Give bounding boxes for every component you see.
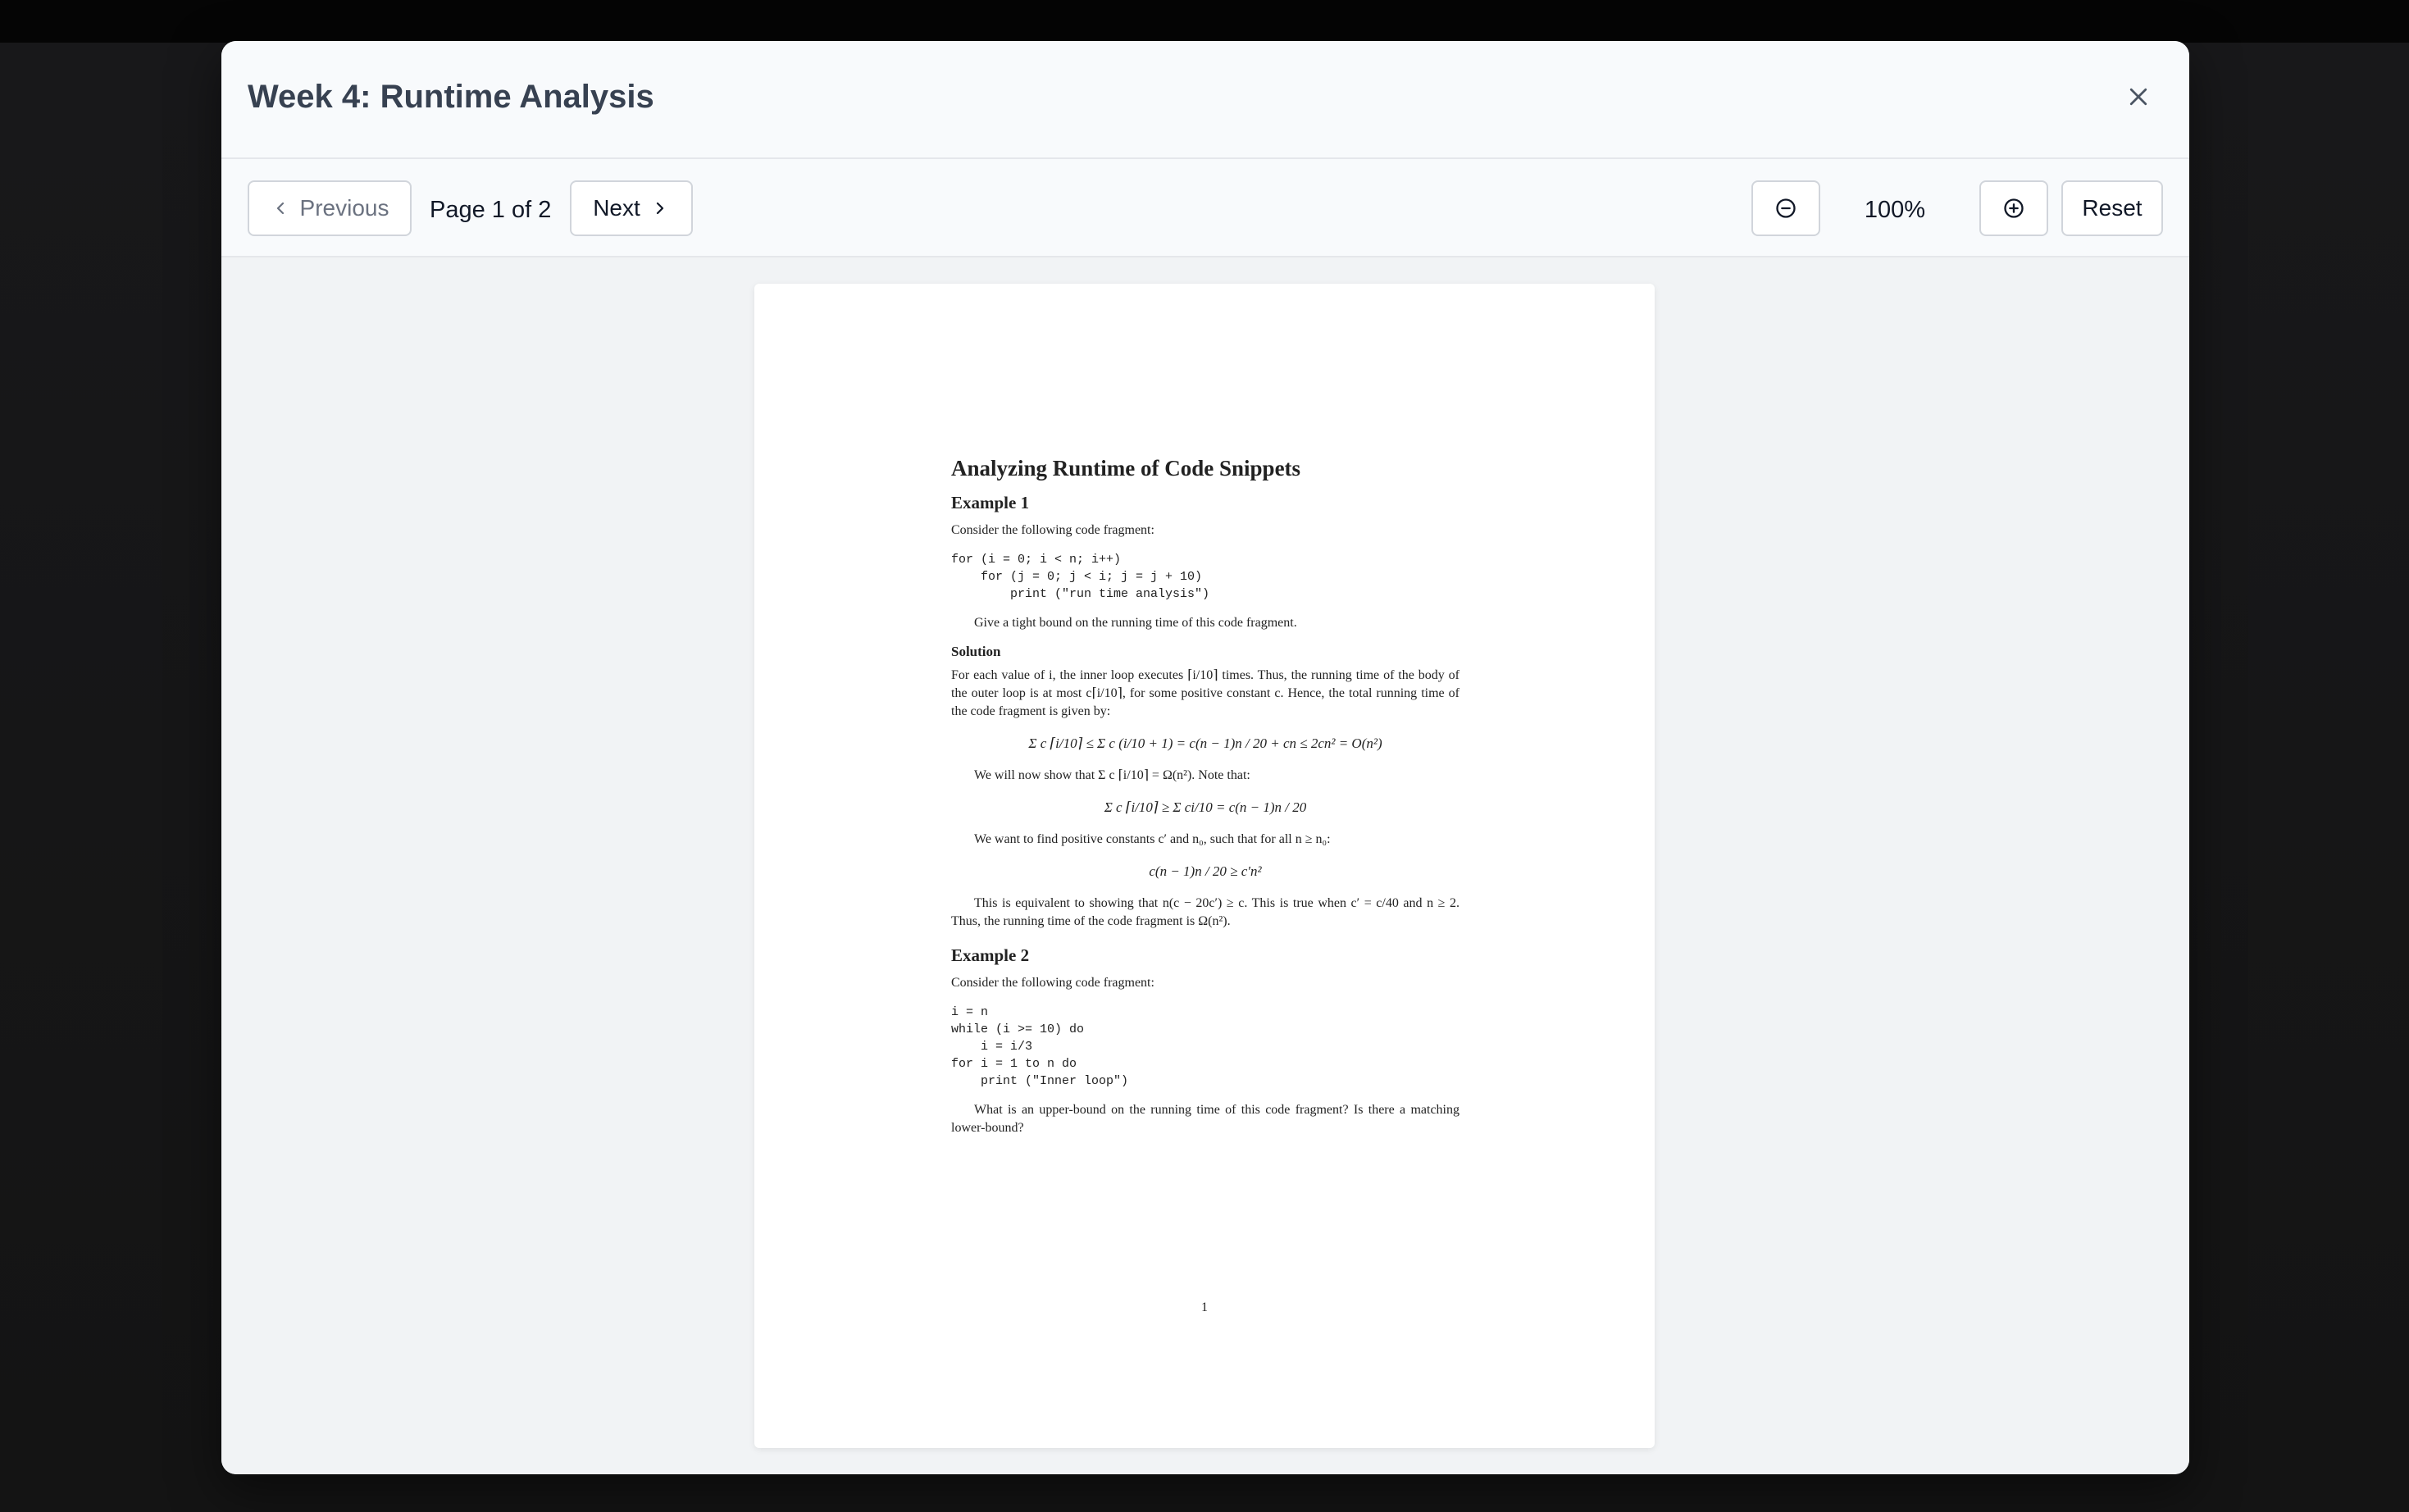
zoom-out-icon [1776,198,1796,218]
zoom-level: 100% [1864,197,1926,223]
example2-code: i = n while (i >= 10) do i = i/3 for i =… [951,1005,1129,1088]
reset-label: Reset [2082,195,2143,221]
solution-paragraph-3: We want to find positive constants c′ an… [974,832,1331,846]
solution-equation-2: Σ c ⌈i/10⌉ ≥ Σ ci/10 = c(n − 1)n / 20 [1104,799,1307,815]
zoom-in-button[interactable] [1979,180,2048,236]
modal-title: Week 4: Runtime Analysis [248,79,654,115]
solution-equation-3: c(n − 1)n / 20 ≥ c′n² [1149,863,1262,879]
example1-intro: Consider the following code fragment: [951,523,1154,537]
next-page-button[interactable]: Next [570,180,693,236]
example1-code: for (i = 0; i < n; i++) for (j = 0; j < … [951,553,1210,601]
chevron-right-icon [656,202,663,215]
document-viewer[interactable]: Analyzing Runtime of Code Snippets Examp… [221,257,2189,1474]
modal-header: Week 4: Runtime Analysis [221,41,2189,159]
viewer-toolbar: Previous Page 1 of 2 Next 100% Reset [221,159,2189,257]
solution-heading: Solution [951,644,1001,659]
previous-page-button[interactable]: Previous [248,180,412,236]
chevron-left-icon [276,202,284,215]
zoom-in-icon [2004,198,2024,218]
document-title: Analyzing Runtime of Code Snippets [951,456,1301,480]
example1-question: Give a tight bound on the running time o… [974,616,1297,630]
solution-paragraph-4: This is equivalent to showing that n(c −… [951,896,1460,928]
example2-intro: Consider the following code fragment: [951,976,1154,990]
example1-heading: Example 1 [951,493,1030,512]
pdf-viewer-modal: Week 4: Runtime Analysis Previous Page 1… [221,41,2189,1474]
close-button[interactable] [2120,79,2156,115]
solution-equation-1: Σ c ⌈i/10⌉ ≤ Σ c (i/10 + 1) = c(n − 1)n … [1028,736,1382,751]
reset-zoom-button[interactable]: Reset [2061,180,2163,236]
pdf-page: Analyzing Runtime of Code Snippets Examp… [754,284,1655,1448]
zoom-out-button[interactable] [1751,180,1820,236]
example2-heading: Example 2 [951,945,1030,965]
solution-paragraph-1: For each value of i, the inner loop exec… [951,668,1460,718]
solution-paragraph-2: We will now show that Σ c ⌈i/10⌉ = Ω(n²)… [974,768,1250,782]
close-icon [2129,88,2147,106]
page-content: Analyzing Runtime of Code Snippets Examp… [951,456,1460,1145]
previous-label: Previous [299,195,389,221]
page-number: 1 [1201,1300,1208,1314]
next-label: Next [593,195,640,221]
page-indicator: Page 1 of 2 [430,197,552,223]
example2-question: What is an upper-bound on the running ti… [951,1103,1460,1135]
